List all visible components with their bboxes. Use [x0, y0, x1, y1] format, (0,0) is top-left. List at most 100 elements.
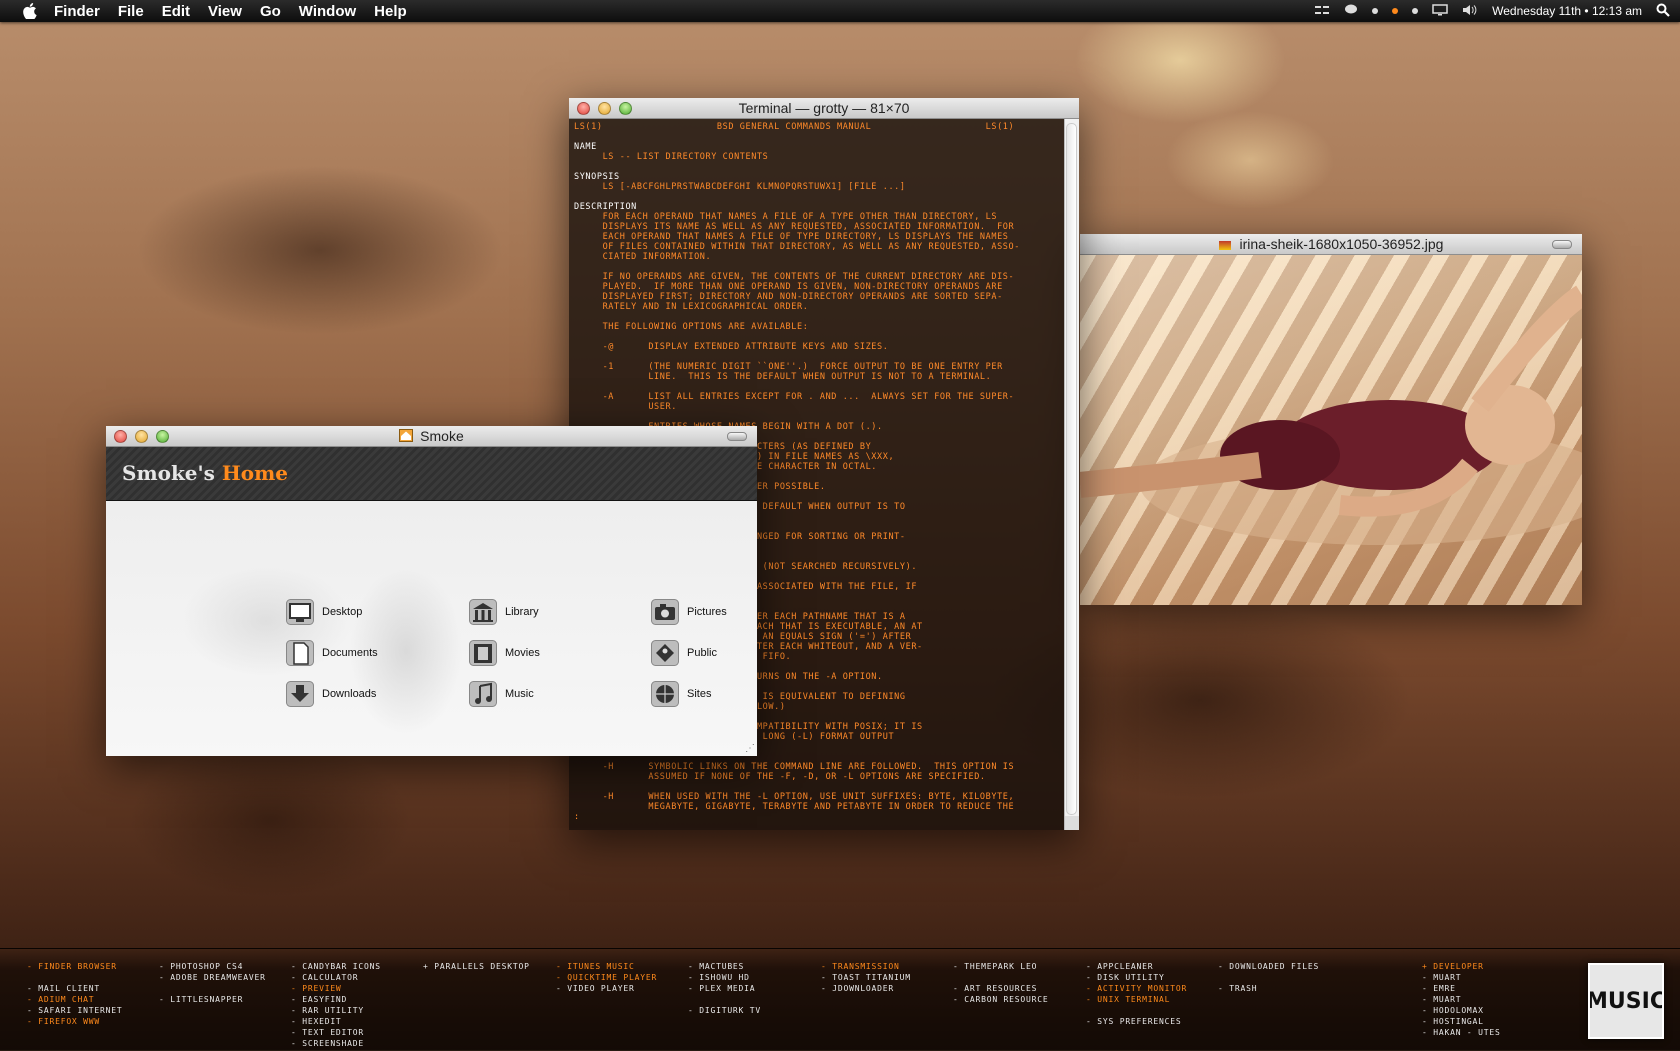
zoom-button[interactable]	[156, 430, 169, 443]
spotlight-search-icon[interactable]	[1656, 3, 1670, 20]
launcher-spacer	[1086, 1005, 1187, 1016]
launcher-item[interactable]: - MUART	[1422, 994, 1501, 1005]
minimize-button[interactable]	[598, 102, 611, 115]
launcher-item[interactable]: - MACTUBES	[688, 961, 761, 972]
folder-sites[interactable]: Sites	[651, 681, 711, 707]
terminal-titlebar[interactable]: Terminal — grotty — 81×70	[569, 98, 1079, 119]
folder-downloads[interactable]: Downloads	[286, 681, 376, 707]
menu-clock[interactable]: Wednesday 11th • 12:13 am	[1492, 4, 1642, 18]
terminal-line: LINE. THIS IS THE DEFAULT WHEN OUTPUT IS…	[574, 372, 992, 382]
terminal-scrollbar[interactable]	[1064, 119, 1079, 830]
launcher-item[interactable]: - JDOWNLOADER	[821, 983, 911, 994]
launcher-item[interactable]: - DISK UTILITY	[1086, 972, 1187, 983]
launcher-item[interactable]: - HOSTINGAL	[1422, 1016, 1501, 1027]
folder-movies[interactable]: Movies	[469, 640, 540, 666]
launcher-item[interactable]: - TRANSMISSION	[821, 961, 911, 972]
terminal-line: THE FOLLOWING OPTIONS ARE AVAILABLE:	[574, 322, 809, 332]
status-dot-2-icon[interactable]	[1412, 8, 1419, 14]
resize-handle[interactable]	[1065, 816, 1079, 830]
launcher-item[interactable]: - LITTLESNAPPER	[159, 994, 266, 1005]
launcher-item[interactable]: - TRASH	[1218, 983, 1319, 994]
launcher-item[interactable]: - SAFARI INTERNET	[27, 1005, 122, 1016]
launcher-item[interactable]: - PREVIEW	[291, 983, 381, 994]
status-dot-orange-icon[interactable]	[1392, 8, 1399, 14]
launcher-item[interactable]: - FIREFOX WWW	[27, 1016, 122, 1027]
launcher-item[interactable]: - ADIUM CHAT	[27, 994, 122, 1005]
launcher-item[interactable]: - HODOLOMAX	[1422, 1005, 1501, 1016]
launcher-item[interactable]: + PARALLELS DESKTOP	[423, 961, 530, 972]
launcher-item[interactable]: - ACTIVITY MONITOR	[1086, 983, 1187, 994]
terminal-line: ASSUMED IF NONE OF THE -F, -D, OR -L OPT…	[574, 772, 986, 782]
image-window-titlebar[interactable]: irina-sheik-1680x1050-36952.jpg	[1080, 234, 1582, 255]
chat-bubble-icon[interactable]	[1344, 4, 1358, 19]
launcher-item[interactable]: - ISHOWU HD	[688, 972, 761, 983]
launcher-item[interactable]: - SYS PREFERENCES	[1086, 1016, 1187, 1027]
menu-go[interactable]: Go	[260, 3, 281, 20]
folder-label: Documents	[322, 647, 378, 659]
terminal-scroll-thumb[interactable]	[1066, 123, 1077, 815]
minimize-button[interactable]	[135, 430, 148, 443]
launcher-item[interactable]: - EMRE	[1422, 983, 1501, 994]
launcher-item[interactable]: - DOWNLOADED FILES	[1218, 961, 1319, 972]
launcher-item[interactable]: - HAKAN - UTES	[1422, 1027, 1501, 1038]
launcher-item[interactable]: - TEXT EDITOR	[291, 1027, 381, 1038]
smoke-home-window[interactable]: Smoke Smoke's Home Desktop Library Picture…	[106, 426, 757, 756]
resize-grip-icon[interactable]: ⋰	[745, 743, 755, 754]
launcher-item[interactable]: - UNIX TERMINAL	[1086, 994, 1187, 1005]
volume-icon[interactable]	[1462, 4, 1478, 19]
launcher-item[interactable]: - SCREENSHADE	[291, 1038, 381, 1049]
launcher-item[interactable]: - HEXEDIT	[291, 1016, 381, 1027]
launcher-item[interactable]: - RAR UTILITY	[291, 1005, 381, 1016]
terminal-line: CIATED INFORMATION.	[574, 252, 712, 262]
launcher-item[interactable]: - MAIL CLIENT	[27, 983, 122, 994]
launcher-item[interactable]: - PHOTOSHOP CS4	[159, 961, 266, 972]
display-icon[interactable]	[1432, 3, 1448, 19]
toolbar-toggle-button[interactable]	[727, 432, 747, 441]
launcher-item[interactable]: - APPCLEANER	[1086, 961, 1187, 972]
folder-music[interactable]: Music	[469, 681, 534, 707]
toolbar-toggle-button[interactable]	[1552, 240, 1572, 249]
terminal-line: :	[574, 812, 580, 822]
folder-pictures[interactable]: Pictures	[651, 599, 727, 625]
launcher-item[interactable]: - ITUNES MUSIC	[556, 961, 657, 972]
folder-desktop[interactable]: Desktop	[286, 599, 362, 625]
launcher-item[interactable]: - FINDER BROWSER	[27, 961, 122, 972]
menu-edit[interactable]: Edit	[162, 3, 190, 20]
menu-window[interactable]: Window	[299, 3, 356, 20]
launcher-item[interactable]: - QUICKTIME PLAYER	[556, 972, 657, 983]
menu-view[interactable]: View	[208, 3, 242, 20]
launcher-item[interactable]: - TOAST TITANIUM	[821, 972, 911, 983]
music-album-art-tile[interactable]: MUSIC	[1588, 963, 1664, 1039]
network-activity-icon[interactable]	[1314, 4, 1330, 19]
movies-icon	[469, 640, 497, 666]
image-viewer-window[interactable]: irina-sheik-1680x1050-36952.jpg	[1080, 234, 1582, 605]
launcher-item[interactable]: - CALCULATOR	[291, 972, 381, 983]
launcher-column: - MACTUBES - ISHOWU HD - PLEX MEDIA - DIGIT…	[688, 961, 761, 1016]
zoom-button[interactable]	[619, 102, 632, 115]
folder-library[interactable]: Library	[469, 599, 539, 625]
launcher-item[interactable]: - VIDEO PLAYER	[556, 983, 657, 994]
menu-help[interactable]: Help	[374, 3, 407, 20]
launcher-item[interactable]: - MUART	[1422, 972, 1501, 983]
launcher-item[interactable]: - CARBON RESOURCE	[953, 994, 1048, 1005]
smoke-titlebar[interactable]: Smoke	[106, 426, 757, 447]
launcher-item[interactable]: - DIGITURK TV	[688, 1005, 761, 1016]
status-dot-icon[interactable]	[1372, 8, 1379, 14]
launcher-item[interactable]: - ART RESOURCES	[953, 983, 1048, 994]
folder-documents[interactable]: Documents	[286, 640, 378, 666]
launcher-item[interactable]: - CANDYBAR ICONS	[291, 961, 381, 972]
sites-icon	[651, 681, 679, 707]
launcher-item[interactable]: + DEVELOPER	[1422, 961, 1501, 972]
launcher-item[interactable]: - EASYFIND	[291, 994, 381, 1005]
launcher-item[interactable]: - ADOBE DREAMWEAVER	[159, 972, 266, 983]
terminal-line: IF NO OPERANDS ARE GIVEN, THE CONTENTS O…	[574, 272, 1015, 282]
launcher-item[interactable]: - THEMEPARK LEO	[953, 961, 1048, 972]
close-button[interactable]	[577, 102, 590, 115]
menu-file[interactable]: File	[118, 3, 144, 20]
close-button[interactable]	[114, 430, 127, 443]
menu-app-finder[interactable]: Finder	[54, 3, 100, 20]
apple-menu-icon[interactable]	[20, 2, 40, 20]
launcher-item[interactable]: - PLEX MEDIA	[688, 983, 761, 994]
folder-public[interactable]: Public	[651, 640, 717, 666]
